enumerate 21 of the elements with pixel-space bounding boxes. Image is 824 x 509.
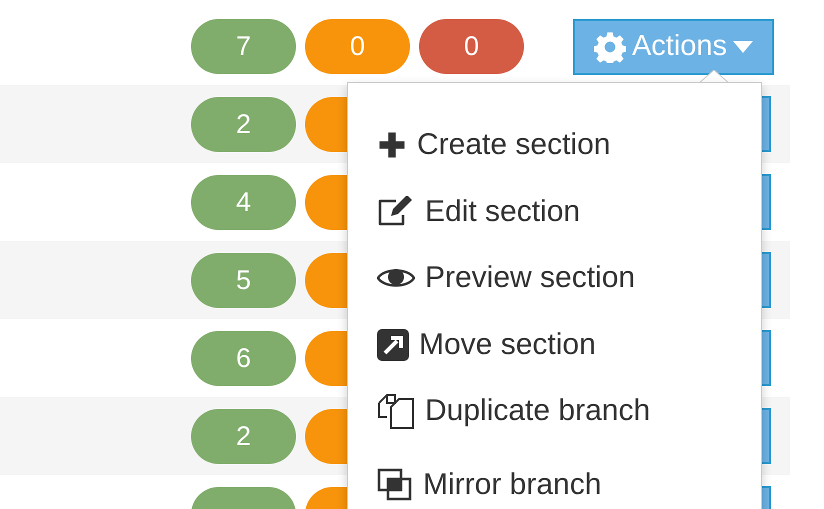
count-badge: 2 (191, 408, 296, 464)
arrow-square-icon (377, 328, 409, 361)
count-badge: 4 (191, 174, 296, 230)
count-badge: 7 (191, 19, 296, 74)
gear-icon (594, 30, 626, 62)
menu-item[interactable]: Mirror branch (348, 444, 761, 509)
count-badge: 0 (419, 19, 524, 74)
count-badge: 0 (305, 19, 410, 74)
menu-item[interactable]: Create section (348, 112, 761, 178)
count-badge: 5 (191, 252, 296, 308)
count-badge: 2 (191, 96, 296, 152)
copy-icon (377, 393, 415, 430)
count-badge: 6 (191, 330, 296, 386)
overlap-squares-icon (377, 468, 413, 502)
menu-item[interactable]: Duplicate branch (348, 378, 761, 444)
edit-icon (377, 196, 415, 228)
caret-icon (733, 40, 754, 52)
plus-icon (377, 130, 407, 160)
menu-item[interactable]: Edit section (348, 178, 761, 245)
menu-item[interactable]: Move section (348, 312, 761, 378)
menu-item[interactable]: Preview section (348, 245, 761, 312)
